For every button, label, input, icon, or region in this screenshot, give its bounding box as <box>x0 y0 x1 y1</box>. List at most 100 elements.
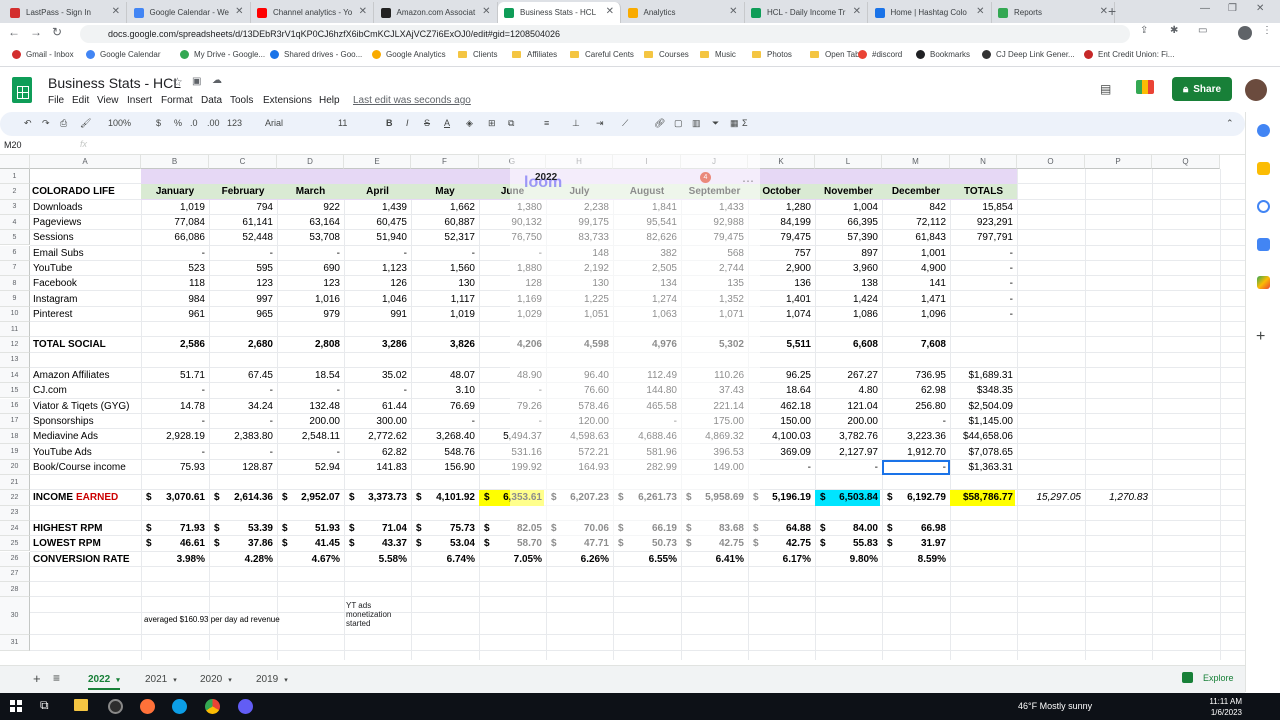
bookmark-item[interactable]: Bookmarks <box>916 50 970 59</box>
back-icon[interactable]: ← <box>8 25 20 39</box>
edge-icon[interactable] <box>172 699 187 714</box>
data-cell[interactable]: 1,439 <box>344 200 409 215</box>
data-cell[interactable]: 5.58% <box>344 552 409 567</box>
browser-tab[interactable]: Home | Hashtag Colo ✕ <box>869 2 992 23</box>
data-cell[interactable]: 57,390 <box>815 230 880 245</box>
data-cell[interactable]: - <box>950 261 1015 276</box>
data-cell[interactable]: $2,952.07 <box>277 490 342 505</box>
data-cell[interactable]: 52,317 <box>411 230 477 245</box>
data-cell[interactable]: $3,070.61 <box>141 490 207 505</box>
data-cell[interactable]: - <box>950 291 1015 306</box>
data-cell[interactable]: $7,078.65 <box>950 444 1015 459</box>
data-cell[interactable]: 2,680 <box>209 337 275 352</box>
bookmark-item[interactable]: Careful Cents <box>570 50 634 59</box>
share-page-icon[interactable]: ⇪ <box>1140 25 1148 36</box>
data-cell[interactable]: 15,297.05 <box>1017 490 1082 505</box>
filter-icon[interactable]: ⏷ <box>712 118 719 129</box>
column-header[interactable]: A <box>30 155 141 169</box>
column-header[interactable]: L <box>815 155 882 169</box>
forward-icon[interactable]: → <box>30 25 42 39</box>
menu-help[interactable]: Help <box>319 95 340 106</box>
explore-button[interactable]: Explore <box>1182 672 1234 683</box>
data-cell[interactable]: 1,096 <box>882 307 948 322</box>
increase-decimal-button[interactable]: .00 <box>207 118 220 128</box>
contacts-icon[interactable] <box>1257 238 1270 251</box>
maps-icon[interactable] <box>1257 276 1270 289</box>
data-cell[interactable]: 75.93 <box>141 460 207 475</box>
column-header[interactable]: N <box>950 155 1017 169</box>
tab-close-icon[interactable]: ✕ <box>482 6 490 17</box>
row-header[interactable]: 7 <box>0 260 30 277</box>
keep-icon[interactable] <box>1257 162 1270 175</box>
data-cell[interactable]: - <box>209 444 275 459</box>
data-cell[interactable]: $348.35 <box>950 383 1015 398</box>
data-cell[interactable]: 48.07 <box>411 368 477 383</box>
tab-close-icon[interactable]: ✕ <box>235 6 243 17</box>
bookmark-item[interactable]: Affiliates <box>512 50 557 59</box>
data-cell[interactable]: 61,843 <box>882 230 948 245</box>
data-cell[interactable]: - <box>209 246 275 261</box>
data-cell[interactable]: 961 <box>141 307 207 322</box>
data-cell[interactable]: 6.55% <box>613 552 679 567</box>
data-cell[interactable]: - <box>882 414 948 429</box>
data-cell[interactable]: $55.83 <box>815 536 880 551</box>
column-header[interactable]: O <box>1017 155 1085 169</box>
data-cell[interactable]: 548.76 <box>411 444 477 459</box>
data-cell[interactable]: $44,658.06 <box>950 429 1015 444</box>
task-view-icon[interactable]: ⧉ <box>40 698 49 713</box>
data-cell[interactable]: 6,608 <box>815 337 880 352</box>
data-cell[interactable]: 997 <box>209 291 275 306</box>
row-header[interactable]: 30 <box>0 597 30 636</box>
share-button[interactable]: 🔒︎ Share <box>1172 77 1232 101</box>
text-wrap-icon[interactable]: ⇥ <box>596 118 604 129</box>
meet-icon[interactable] <box>1136 80 1154 94</box>
data-cell[interactable]: 35.02 <box>344 368 409 383</box>
data-cell[interactable]: - <box>277 444 342 459</box>
data-cell[interactable]: 1,123 <box>344 261 409 276</box>
loom-more-icon[interactable]: ⋯ <box>742 174 754 188</box>
all-sheets-icon[interactable]: ≡ <box>53 671 60 685</box>
data-cell[interactable]: 1,662 <box>411 200 477 215</box>
close-window-icon[interactable]: ✕ <box>1256 3 1264 14</box>
menu-data[interactable]: Data <box>201 95 222 106</box>
browser-tab[interactable]: Channel analytics - Yo ✕ <box>251 2 374 23</box>
insert-comment-icon[interactable]: ▢ <box>674 118 683 129</box>
data-cell[interactable]: $6,503.84 <box>815 490 880 506</box>
data-cell[interactable]: 63,164 <box>277 215 342 230</box>
row-header[interactable]: 17 <box>0 413 30 430</box>
row-header[interactable]: 20 <box>0 459 30 475</box>
data-cell[interactable]: 1,086 <box>815 307 880 322</box>
data-cell[interactable]: 62.82 <box>344 444 409 459</box>
data-cell[interactable]: 6.74% <box>411 552 477 567</box>
data-cell[interactable]: $1,363.31 <box>950 460 1015 475</box>
data-cell[interactable]: 1,117 <box>411 291 477 306</box>
row-header[interactable]: 1 <box>0 169 30 185</box>
taskbar-app-icon[interactable] <box>108 699 123 714</box>
menu-edit[interactable]: Edit <box>72 95 89 106</box>
row-header[interactable]: 22 <box>0 490 30 506</box>
row-header[interactable]: 4 <box>0 214 30 231</box>
data-cell[interactable]: $71.93 <box>141 521 207 536</box>
merge-cells-icon[interactable]: ⧉ <box>508 118 514 129</box>
data-cell[interactable]: - <box>950 307 1015 322</box>
data-cell[interactable]: 523 <box>141 261 207 276</box>
data-cell[interactable]: 62.98 <box>882 383 948 398</box>
redo-icon[interactable]: ↷ <box>42 118 50 129</box>
data-cell[interactable]: 123 <box>277 276 342 291</box>
data-cell[interactable]: 1,019 <box>411 307 477 322</box>
reload-icon[interactable]: ↻ <box>52 25 62 39</box>
data-cell[interactable]: 2,928.19 <box>141 429 207 444</box>
data-cell[interactable]: 3,826 <box>411 337 477 352</box>
data-cell[interactable]: 52.94 <box>277 460 342 475</box>
data-cell[interactable]: 2,772.62 <box>344 429 409 444</box>
more-formats-button[interactable]: 123 <box>227 118 242 128</box>
data-cell[interactable]: 991 <box>344 307 409 322</box>
tab-close-icon[interactable]: ✕ <box>112 6 120 17</box>
data-cell[interactable]: 14.78 <box>141 399 207 414</box>
data-cell[interactable]: 2,808 <box>277 337 342 352</box>
column-header[interactable]: M <box>882 155 950 169</box>
data-cell[interactable]: 1,016 <box>277 291 342 306</box>
tab-close-icon[interactable]: ✕ <box>606 6 614 17</box>
data-cell[interactable]: 8.59% <box>882 552 948 567</box>
chevron-down-icon[interactable]: ▾ <box>173 677 177 684</box>
